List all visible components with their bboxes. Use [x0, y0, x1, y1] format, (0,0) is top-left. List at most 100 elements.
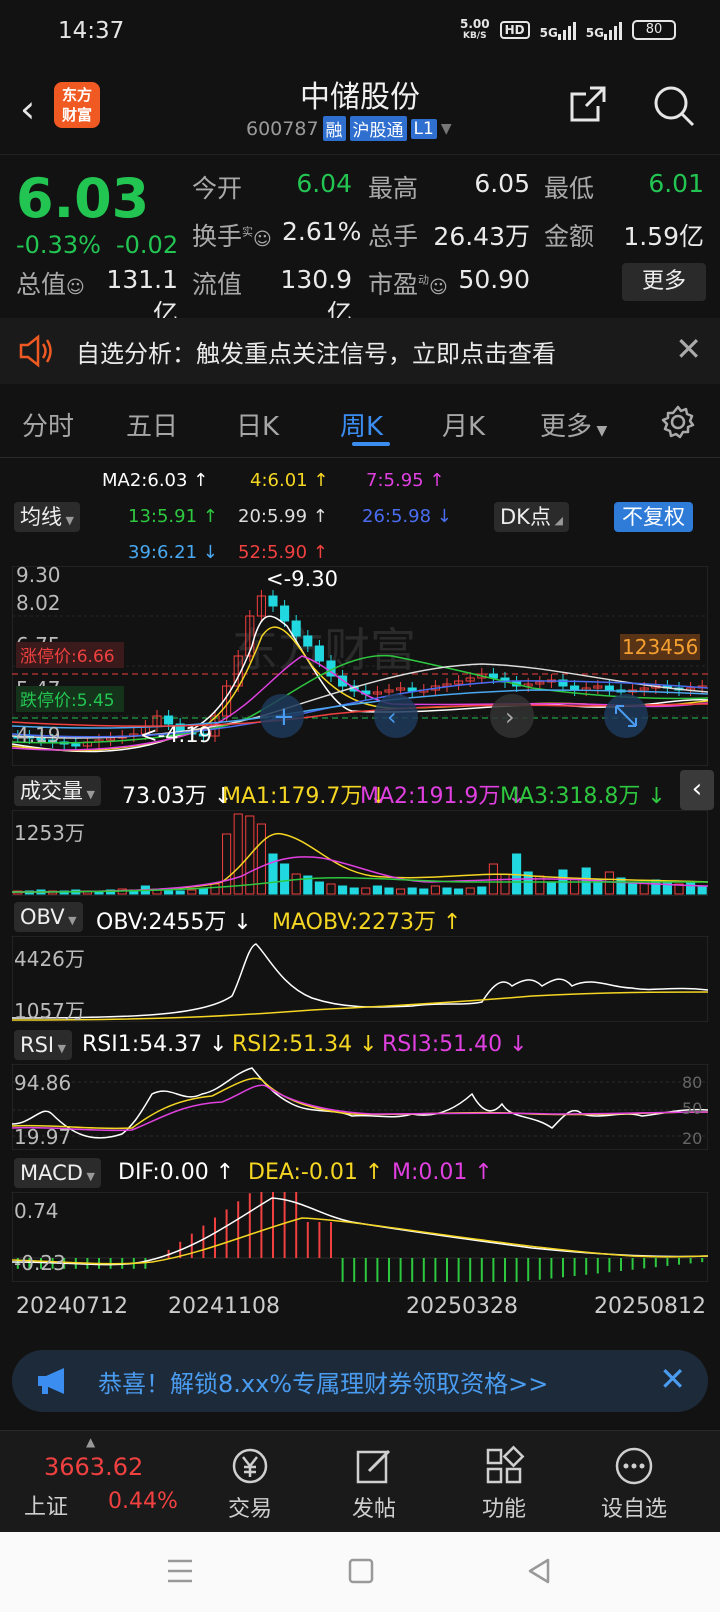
volume-bar — [291, 873, 301, 895]
mktcap-label[interactable]: 总值☺ — [16, 265, 85, 301]
tab-more[interactable]: 更多 ▼ — [540, 406, 607, 443]
macd-bars — [16, 1192, 704, 1282]
volume-select[interactable]: 成交量 ▼ — [14, 776, 101, 806]
chevron-down-icon[interactable]: ▼ — [441, 121, 452, 137]
amount-value: 1.59亿 — [623, 222, 704, 251]
close-icon[interactable]: ✕ — [675, 330, 702, 368]
volume-bar — [384, 887, 394, 895]
share-icon[interactable] — [568, 84, 608, 124]
caret-down-icon: ▼ — [64, 914, 77, 927]
dk-point-button[interactable]: DK点 ◢ — [494, 502, 569, 532]
more-button[interactable]: 更多 — [622, 263, 706, 301]
prev-button[interactable]: ‹ — [374, 694, 418, 738]
turnover-value: 2.61% — [282, 217, 362, 246]
trade-button[interactable]: 交易 — [200, 1445, 300, 1523]
next-button[interactable]: › — [490, 694, 534, 738]
back-nav-icon[interactable] — [526, 1558, 552, 1584]
tab-more-label: 更多 — [540, 412, 593, 442]
ma-select-button[interactable]: 均线 ▼ — [14, 502, 80, 532]
promo-banner[interactable]: 恭喜！解锁8.xx%专属理财券领取资格>> ✕ — [12, 1350, 708, 1412]
float-label: 流值 — [192, 270, 243, 299]
gear-icon[interactable] — [660, 404, 696, 440]
volume-bar — [430, 885, 440, 895]
obv-value: OBV:2455万 ↓ — [96, 910, 252, 935]
obv-select[interactable]: OBV ▼ — [14, 902, 83, 932]
close-icon[interactable]: ✕ — [659, 1360, 686, 1398]
tab-weekly[interactable]: 周K — [340, 406, 383, 443]
pe-label[interactable]: 市盈动☺ — [368, 265, 448, 301]
volume-bar — [338, 885, 348, 895]
promo-text: 恭喜！解锁8.xx%专属理财券领取资格>> — [98, 1370, 549, 1398]
obv-axis-bottom: 1057万 — [14, 999, 85, 1022]
volume-bar — [280, 863, 290, 895]
info-icon[interactable]: ☺ — [66, 277, 85, 298]
vol-ma3: MA3:318.8万 ↓ — [500, 784, 666, 809]
volume-bar — [465, 887, 475, 895]
date-label-3: 20250812 — [594, 1294, 706, 1319]
change-amount: -0.02 — [116, 231, 179, 259]
volume-bar — [187, 889, 197, 895]
trade-label: 交易 — [227, 1497, 272, 1522]
pe-label-text: 市盈 — [368, 270, 419, 299]
turnover-label[interactable]: 换手实☺ — [192, 217, 272, 253]
vol-axis: 1253万 — [14, 821, 85, 845]
battery-icon: 80 — [632, 20, 676, 40]
info-icon[interactable]: ☺ — [429, 277, 448, 298]
active-tab-indicator — [352, 442, 390, 446]
index-percent[interactable]: 0.44% — [108, 1489, 178, 1514]
low-value: 6.01 — [648, 169, 704, 198]
stock-subtitle: 600787 融 沪股通 L1 ▼ — [246, 116, 452, 141]
tab-5day[interactable]: 五日 — [126, 406, 178, 443]
volume-bar — [454, 888, 464, 895]
collapse-panel-icon[interactable]: ‹ — [680, 770, 714, 810]
zoom-in-button[interactable]: + — [260, 694, 304, 738]
obv-axis-top: 4426万 — [14, 947, 85, 971]
change-percent: -0.33% — [16, 231, 101, 259]
volume-bar — [175, 890, 185, 895]
high-marker: <-9.30 — [266, 567, 338, 591]
open-label: 今开 — [192, 174, 243, 203]
add-watchlist-button[interactable]: 设自选 — [584, 1445, 684, 1523]
macd-chart: 0.74 -0.23 — [12, 1192, 708, 1282]
volume-bar — [233, 813, 243, 895]
index-value[interactable]: 3663.62 — [44, 1453, 143, 1481]
adjust-toggle-button[interactable]: 不复权 — [614, 502, 693, 532]
ma-legend-0: MA2:6.03 ↑ — [102, 470, 209, 491]
caret-icon: ◢ — [550, 514, 563, 527]
function-label: 功能 — [481, 1497, 526, 1522]
search-icon[interactable] — [652, 84, 696, 128]
rsi-select[interactable]: RSI ▼ — [14, 1030, 73, 1060]
volume-bar — [361, 887, 371, 895]
svg-text:‹: ‹ — [387, 703, 397, 731]
m-value: M:0.01 ↑ — [392, 1160, 493, 1185]
index-name[interactable]: 上证 — [24, 1489, 68, 1521]
macd-axis-bottom: -0.23 — [14, 1251, 66, 1275]
pe-sup: 动 — [418, 273, 430, 287]
vol-value: 73.03万 ↓ — [122, 784, 233, 809]
high-label: 最高 — [368, 174, 419, 203]
kline-chart[interactable]: 东方财富 9.30 8.02 6.75 5.47 4.19 涨停价:6.66 跌… — [12, 566, 708, 766]
fullscreen-icon[interactable] — [604, 694, 648, 738]
info-icon[interactable]: ☺ — [253, 229, 272, 250]
yen-icon — [232, 1448, 268, 1484]
tab-daily[interactable]: 日K — [236, 406, 279, 443]
rsi-axis-top: 94.86 — [14, 1071, 71, 1095]
low-marker: <-4.19 — [140, 723, 212, 747]
post-button[interactable]: 发帖 — [324, 1445, 424, 1523]
date-label-2: 20250328 — [406, 1294, 518, 1319]
macd-select[interactable]: MACD ▼ — [14, 1158, 101, 1188]
candle-body — [407, 687, 417, 692]
grid-icon — [486, 1445, 525, 1484]
level-tag: L1 — [410, 118, 437, 139]
volume-bar — [697, 885, 707, 895]
function-button[interactable]: 功能 — [454, 1445, 554, 1523]
menu-icon[interactable] — [166, 1558, 194, 1584]
tab-intraday[interactable]: 分时 — [22, 406, 74, 443]
home-icon[interactable] — [348, 1558, 374, 1584]
analysis-banner[interactable]: 自选分析：触发重点关注信号，立即点击查看 ✕ — [0, 318, 720, 384]
rsi-right-20: 20 — [682, 1129, 702, 1148]
tab-monthly[interactable]: 月K — [442, 406, 485, 443]
signal-icon: 5G — [540, 20, 576, 40]
caret-down-icon: ▼ — [83, 788, 95, 801]
pe-value: 50.90 — [458, 265, 530, 294]
